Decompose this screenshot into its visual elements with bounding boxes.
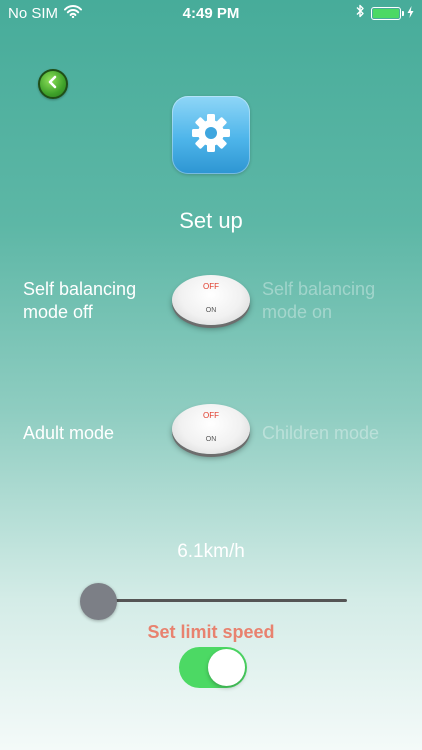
balance-off-label-line1: Self balancing [23,279,137,299]
status-bar: No SIM 4:49 PM [0,0,422,28]
limit-speed-toggle-knob[interactable] [208,649,245,686]
limit-speed-label: Set limit speed [147,622,275,642]
charging-bolt-icon [407,5,414,23]
balance-switch-off-label: OFF [203,282,219,291]
back-arrow-icon [46,75,60,94]
mode-switch-on-label: ON [205,436,217,443]
mode-switch-off-label: OFF [203,411,219,420]
balance-on-label-line2: mode on [262,302,333,322]
page-title: Set up [179,208,243,233]
battery-icon [371,7,404,20]
adult-mode-label: Adult mode [23,423,115,443]
children-mode-label: Children mode [262,423,380,443]
mode-switch[interactable]: OFF ON [172,404,250,454]
balance-off-label-line2: mode off [23,302,93,322]
battery-cap [402,11,404,16]
gear-icon [188,110,234,161]
balance-switch[interactable]: OFF ON [172,275,250,325]
status-right [356,4,414,23]
speed-slider-track[interactable] [83,599,347,602]
back-button[interactable] [38,69,68,99]
battery-level [373,9,399,18]
balance-switch-on-label: ON [205,307,217,314]
bluetooth-icon [356,4,365,23]
balance-off-label: Self balancing mode off [23,278,136,324]
speed-value: 6.1km/h [177,541,245,562]
balance-on-label: Self balancing mode on [262,278,375,324]
limit-speed-toggle[interactable] [179,647,247,688]
balance-on-label-line1: Self balancing [262,279,376,299]
speed-slider-thumb[interactable] [80,583,117,620]
settings-app-icon [172,96,250,174]
